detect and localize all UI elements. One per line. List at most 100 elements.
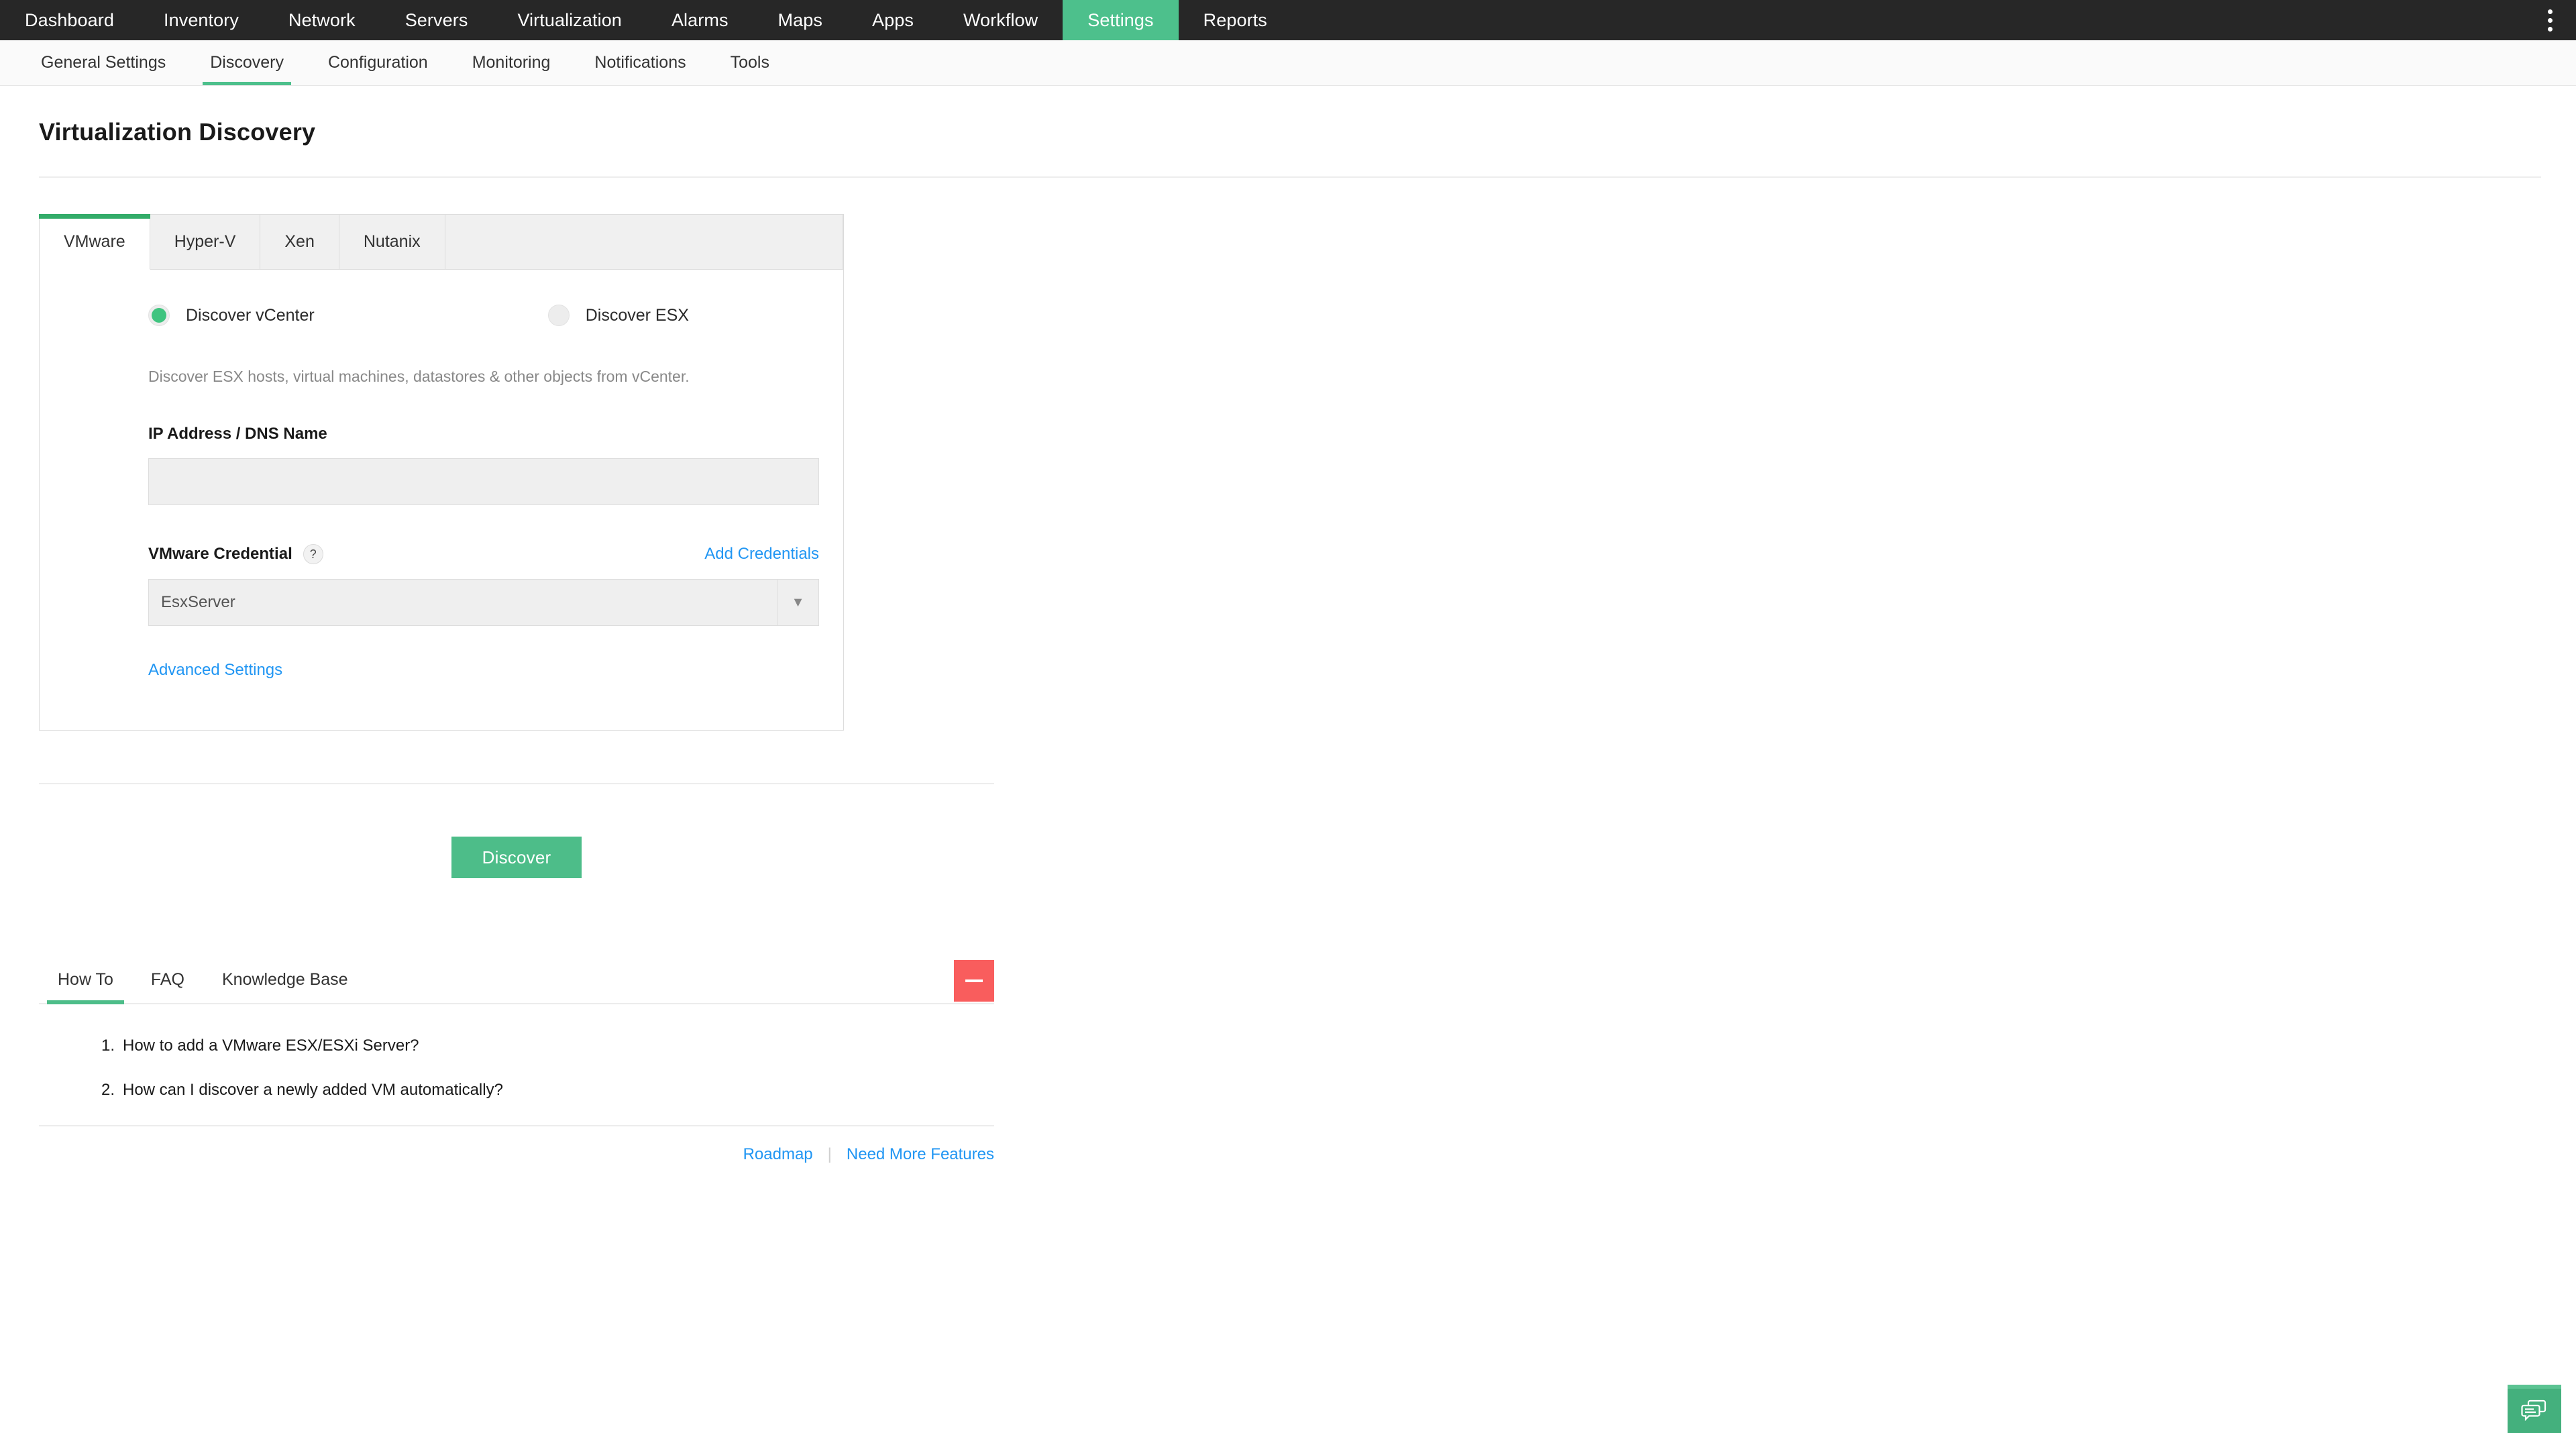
topnav-item-alarms[interactable]: Alarms bbox=[647, 0, 753, 40]
help-tab-knowledge-base[interactable]: Knowledge Base bbox=[203, 970, 367, 1003]
help-icon[interactable]: ? bbox=[303, 544, 323, 564]
help-tab-label: Knowledge Base bbox=[222, 970, 348, 989]
list-item-text: How can I discover a newly added VM auto… bbox=[123, 1081, 503, 1099]
tab-label: Xen bbox=[284, 232, 314, 252]
actions-divider bbox=[39, 783, 994, 784]
help-tab-label: How To bbox=[58, 970, 113, 989]
tab-label: VMware bbox=[64, 232, 125, 252]
radio-discover-vcenter[interactable]: Discover vCenter bbox=[148, 305, 315, 326]
topnav-label: Maps bbox=[778, 10, 822, 31]
discovery-mode-radio-group: Discover vCenter Discover ESX bbox=[40, 305, 843, 326]
topnav-item-workflow[interactable]: Workflow bbox=[938, 0, 1063, 40]
roadmap-link[interactable]: Roadmap bbox=[743, 1145, 813, 1164]
subnav-item-general-settings[interactable]: General Settings bbox=[19, 40, 188, 85]
list-item-number: 1. bbox=[101, 1037, 115, 1055]
subnav-label: Tools bbox=[731, 53, 769, 72]
topnav-label: Inventory bbox=[164, 10, 239, 31]
list-item[interactable]: 1. How to add a VMware ESX/ESXi Server? bbox=[123, 1037, 994, 1055]
title-divider bbox=[39, 176, 2541, 178]
topnav-label: Servers bbox=[405, 10, 468, 31]
chat-support-widget-button[interactable] bbox=[2508, 1385, 2561, 1433]
list-item-number: 2. bbox=[101, 1081, 115, 1100]
subnav-label: Notifications bbox=[594, 53, 686, 72]
topnav-item-maps[interactable]: Maps bbox=[753, 0, 847, 40]
topnav-item-servers[interactable]: Servers bbox=[380, 0, 493, 40]
discovery-helper-text: Discover ESX hosts, virtual machines, da… bbox=[40, 368, 843, 386]
credential-label-text: VMware Credential bbox=[148, 545, 292, 564]
chat-bubbles-icon bbox=[2521, 1399, 2548, 1423]
kebab-dot bbox=[2548, 18, 2553, 23]
topnav-item-apps[interactable]: Apps bbox=[847, 0, 938, 40]
subnav-item-tools[interactable]: Tools bbox=[708, 40, 792, 85]
radio-discover-esx[interactable]: Discover ESX bbox=[548, 305, 689, 326]
vmware-credential-select[interactable]: EsxServer ▼ bbox=[148, 579, 819, 626]
topnav-item-inventory[interactable]: Inventory bbox=[139, 0, 264, 40]
subnav-item-monitoring[interactable]: Monitoring bbox=[450, 40, 573, 85]
ip-address-field-group: IP Address / DNS Name bbox=[40, 425, 843, 505]
advanced-settings-row: Advanced Settings bbox=[40, 661, 843, 680]
subnav-item-discovery[interactable]: Discovery bbox=[188, 40, 306, 85]
help-panel: How To FAQ Knowledge Base 1. How to add … bbox=[39, 952, 994, 1164]
discover-action-row: Discover bbox=[39, 837, 994, 878]
subnav-label: General Settings bbox=[41, 53, 166, 72]
discovery-form: Discover vCenter Discover ESX Discover E… bbox=[40, 270, 843, 730]
minus-icon bbox=[965, 979, 983, 982]
ip-address-input[interactable] bbox=[148, 458, 819, 505]
radio-dot-icon bbox=[152, 308, 166, 323]
vmware-credential-field-group: VMware Credential ? Add Credentials EsxS… bbox=[40, 544, 843, 626]
advanced-settings-link[interactable]: Advanced Settings bbox=[148, 661, 282, 679]
vmware-credential-label: VMware Credential ? bbox=[148, 544, 323, 564]
discover-button[interactable]: Discover bbox=[451, 837, 582, 878]
tab-nutanix[interactable]: Nutanix bbox=[339, 215, 445, 269]
ip-address-label: IP Address / DNS Name bbox=[148, 425, 843, 443]
subnav-label: Configuration bbox=[328, 53, 428, 72]
collapse-help-panel-button[interactable] bbox=[954, 960, 994, 1002]
radio-label: Discover ESX bbox=[586, 306, 689, 325]
subnav-label: Discovery bbox=[210, 53, 284, 72]
page-content: Virtualization Discovery VMware Hyper-V … bbox=[0, 86, 2576, 1164]
subnav-label: Monitoring bbox=[472, 53, 551, 72]
tab-vmware[interactable]: VMware bbox=[40, 215, 150, 270]
topnav-label: Dashboard bbox=[25, 10, 114, 31]
kebab-dot bbox=[2548, 9, 2553, 14]
settings-sub-navigation: General Settings Discovery Configuration… bbox=[0, 40, 2576, 86]
subnav-item-configuration[interactable]: Configuration bbox=[306, 40, 450, 85]
help-topic-list: 1. How to add a VMware ESX/ESXi Server? … bbox=[39, 1004, 994, 1100]
chevron-down-icon: ▼ bbox=[777, 580, 818, 625]
credential-label-row: VMware Credential ? Add Credentials bbox=[148, 544, 819, 564]
radio-label: Discover vCenter bbox=[186, 306, 315, 325]
subnav-item-notifications[interactable]: Notifications bbox=[572, 40, 708, 85]
help-footer: Roadmap | Need More Features bbox=[39, 1126, 994, 1164]
need-more-features-link[interactable]: Need More Features bbox=[847, 1145, 994, 1164]
topnav-label: Network bbox=[288, 10, 356, 31]
topnav-label: Apps bbox=[872, 10, 914, 31]
topnav-label: Workflow bbox=[963, 10, 1038, 31]
list-item-text: How to add a VMware ESX/ESXi Server? bbox=[123, 1037, 419, 1055]
credential-selected-value: EsxServer bbox=[149, 593, 777, 612]
topnav-item-dashboard[interactable]: Dashboard bbox=[0, 0, 139, 40]
help-tab-bar: How To FAQ Knowledge Base bbox=[39, 952, 994, 1004]
tab-bar-filler bbox=[445, 215, 843, 269]
tab-xen[interactable]: Xen bbox=[260, 215, 339, 269]
kebab-dot bbox=[2548, 27, 2553, 32]
kebab-menu-icon[interactable] bbox=[2538, 0, 2576, 40]
help-tab-how-to[interactable]: How To bbox=[39, 970, 132, 1003]
tab-hyper-v[interactable]: Hyper-V bbox=[150, 215, 261, 269]
footer-separator: | bbox=[828, 1145, 832, 1164]
topnav-label: Alarms bbox=[672, 10, 729, 31]
topnav-item-reports[interactable]: Reports bbox=[1179, 0, 1292, 40]
page-title: Virtualization Discovery bbox=[0, 86, 2576, 146]
topnav-spacer bbox=[1292, 0, 2538, 40]
help-tab-faq[interactable]: FAQ bbox=[132, 970, 203, 1003]
add-credentials-link[interactable]: Add Credentials bbox=[704, 545, 819, 564]
tab-label: Nutanix bbox=[364, 232, 421, 252]
topnav-item-settings[interactable]: Settings bbox=[1063, 0, 1178, 40]
topnav-item-network[interactable]: Network bbox=[264, 0, 380, 40]
radio-mark-icon bbox=[548, 305, 570, 326]
topnav-item-virtualization[interactable]: Virtualization bbox=[492, 0, 647, 40]
discovery-card: VMware Hyper-V Xen Nutanix Discover vCen… bbox=[39, 214, 844, 731]
list-item[interactable]: 2. How can I discover a newly added VM a… bbox=[123, 1081, 994, 1100]
tab-label: Hyper-V bbox=[174, 232, 236, 252]
top-navigation-bar: Dashboard Inventory Network Servers Virt… bbox=[0, 0, 2576, 40]
topnav-label: Virtualization bbox=[517, 10, 622, 31]
